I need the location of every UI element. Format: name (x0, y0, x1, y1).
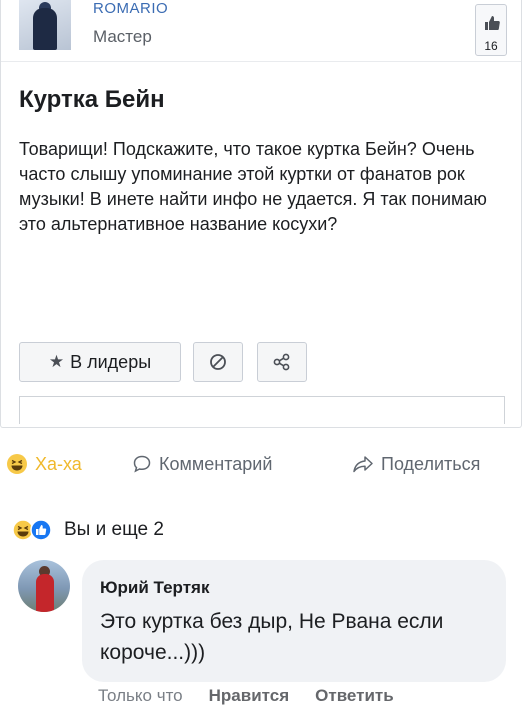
share-arrow-icon (353, 456, 373, 473)
action-bar: Ха-ха Комментарий Поделиться (0, 448, 529, 480)
share-nodes-button[interactable] (257, 342, 307, 382)
avatar-figure (36, 574, 54, 612)
comment-meta: Только что Нравится Ответить (98, 686, 394, 710)
card-footer (19, 396, 505, 424)
share-button[interactable]: Поделиться (352, 448, 480, 480)
comment-text: Это куртка без дыр, Не Рвана если короче… (100, 610, 444, 664)
share-label: Поделиться (381, 453, 481, 474)
block-button[interactable] (193, 342, 243, 382)
haha-reaction-button[interactable]: Ха-ха (6, 448, 82, 480)
like-icon (30, 519, 52, 541)
like-count: 16 (484, 39, 498, 53)
post-title: Куртка Бейн (19, 86, 165, 113)
author-rank: Мастер (93, 27, 152, 46)
like-counter[interactable]: 16 (475, 4, 507, 56)
author-name[interactable]: ROMARIO (93, 0, 168, 17)
reactions-summary[interactable]: Вы и еще 2 (8, 516, 164, 544)
reaction-icons (8, 519, 64, 541)
comment-button[interactable]: Комментарий (132, 448, 272, 480)
post-body: Товарищи! Подскажите, что такое куртка Б… (19, 139, 487, 234)
avatar-figure (33, 8, 57, 50)
comment-icon (133, 455, 151, 473)
comment-time: Только что (98, 686, 183, 705)
to-leaders-label: В лидеры (70, 351, 152, 372)
comment-like-link[interactable]: Нравится (209, 686, 290, 710)
post-header: ROMARIO Мастер 16 (1, 0, 521, 62)
block-icon (210, 354, 226, 370)
share-icon (273, 353, 290, 371)
haha-label: Ха-ха (35, 453, 82, 474)
comment-bubble: Юрий Тертяк Это куртка без дыр, Не Рвана… (82, 560, 506, 682)
reactions-label: Вы и еще 2 (64, 519, 164, 540)
author-avatar[interactable] (19, 0, 71, 50)
haha-icon (7, 454, 27, 474)
to-leaders-button[interactable]: ★ В лидеры (19, 342, 181, 382)
comment-author[interactable]: Юрий Тертяк (100, 578, 209, 598)
comment-label: Комментарий (159, 453, 273, 474)
star-icon: ★ (48, 352, 65, 371)
thumbs-up-icon (485, 16, 500, 30)
comment-reply-link[interactable]: Ответить (315, 686, 394, 710)
post-card: ROMARIO Мастер 16 Куртка Бейн Товарищи! … (0, 0, 522, 428)
commenter-avatar[interactable] (18, 560, 70, 612)
